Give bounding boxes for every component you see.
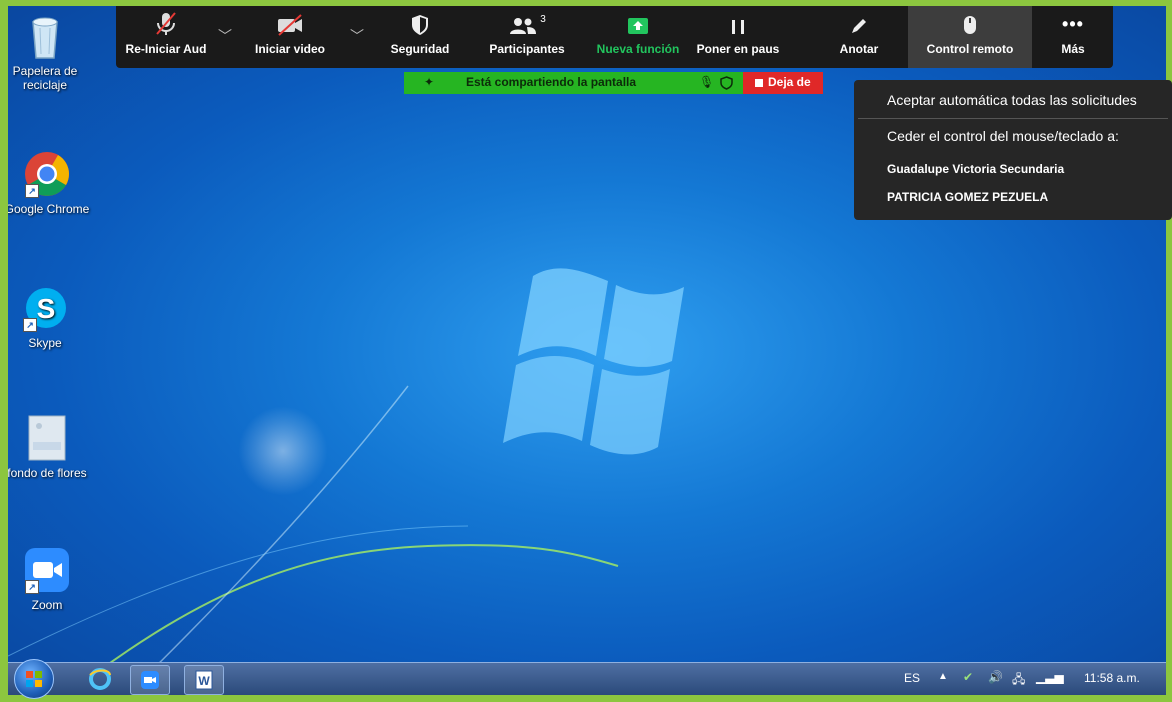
stop-share-button[interactable]: Deja de bbox=[743, 72, 823, 94]
word-icon: W bbox=[195, 670, 213, 690]
remote-control-button-label: Control remoto bbox=[926, 42, 1014, 56]
audio-button-label: Re-Iniciar Aud bbox=[125, 42, 207, 56]
signal-strength-icon[interactable]: ▁▃▅ bbox=[1036, 670, 1064, 684]
more-dots-icon: ••• bbox=[1062, 13, 1084, 34]
remote-control-menu: Aceptar automática todas las solicitudes… bbox=[854, 80, 1172, 220]
video-button[interactable]: Iniciar video bbox=[240, 6, 340, 68]
stop-share-label: Deja de bbox=[768, 75, 811, 89]
pause-icon bbox=[696, 6, 780, 36]
internet-explorer-icon[interactable] bbox=[88, 667, 112, 691]
svg-text:W: W bbox=[198, 674, 210, 688]
wallpaper-glow bbox=[238, 406, 328, 496]
desktop-icon-skype[interactable]: S ↗ Skype bbox=[8, 284, 90, 350]
taskbar-zoom-button[interactable] bbox=[130, 665, 170, 695]
zoom-icon bbox=[141, 671, 159, 689]
pencil-icon bbox=[824, 6, 894, 36]
share-screen-icon bbox=[590, 6, 686, 36]
windows-start-icon bbox=[26, 671, 42, 687]
speaker-icon[interactable]: 🔊 bbox=[988, 670, 1003, 684]
participants-count-badge: 3 bbox=[540, 14, 546, 25]
shortcut-arrow-icon: ↗ bbox=[25, 580, 39, 594]
desktop-icon-label: Google Chrome bbox=[8, 202, 90, 216]
desktop-icon-label: fondo de flores bbox=[8, 466, 87, 480]
participants-button-label: Participantes bbox=[489, 42, 565, 56]
participants-icon: 3 bbox=[472, 6, 582, 36]
video-options-chevron-icon[interactable]: ﹀ bbox=[350, 26, 364, 46]
more-button-label: Más bbox=[1061, 42, 1085, 56]
new-share-button[interactable]: Nueva función bbox=[590, 6, 686, 68]
pause-share-button[interactable]: Poner en paus bbox=[696, 6, 780, 68]
drag-handle-icon[interactable]: ✦ bbox=[424, 75, 434, 89]
screen-sharing-banner[interactable]: ✦ Está compartiendo la pantalla 🎙 Deja d… bbox=[404, 72, 823, 94]
menu-item-participant[interactable]: Guadalupe Victoria Secundaria bbox=[887, 162, 1064, 176]
security-button-label: Seguridad bbox=[390, 42, 450, 56]
shortcut-arrow-icon: ↗ bbox=[23, 318, 37, 332]
menu-item-participant[interactable]: PATRICIA GOMEZ PEZUELA bbox=[887, 190, 1048, 204]
participants-button[interactable]: 3 Participantes bbox=[472, 6, 582, 68]
windows-taskbar: W ES ▲ ✔ 🔊 🖧 ▁▃▅ 11:58 a.m. bbox=[8, 659, 1166, 699]
start-button[interactable] bbox=[14, 659, 54, 699]
security-button[interactable]: Seguridad bbox=[374, 6, 466, 68]
stop-square-icon bbox=[755, 79, 763, 87]
desktop-icon-label: Skype bbox=[28, 336, 62, 350]
clock[interactable]: 11:58 a.m. bbox=[1084, 671, 1140, 685]
more-button[interactable]: ••• Más bbox=[1040, 6, 1106, 68]
sharing-status-text: Está compartiendo la pantalla bbox=[466, 75, 637, 89]
zoom-icon: ↗ bbox=[23, 546, 71, 594]
pause-share-button-label: Poner en paus bbox=[696, 42, 780, 56]
skype-icon: S ↗ bbox=[21, 284, 69, 332]
language-indicator[interactable]: ES bbox=[904, 671, 920, 685]
taskbar-word-button[interactable]: W bbox=[184, 665, 224, 695]
svg-text:S: S bbox=[37, 293, 56, 324]
zoom-meeting-toolbar: Re-Iniciar Aud ﹀ Iniciar video ﹀ Segurid… bbox=[116, 6, 1113, 68]
menu-label-give-control: Ceder el control del mouse/teclado a: bbox=[887, 128, 1119, 144]
menu-divider bbox=[858, 118, 1168, 119]
annotate-button[interactable]: Anotar bbox=[824, 6, 894, 68]
shield-icon bbox=[720, 76, 733, 90]
desktop-icon-zoom[interactable]: ↗ Zoom bbox=[8, 546, 92, 612]
desktop-icon-recycle-bin[interactable]: Papelera de reciclaje bbox=[8, 14, 90, 92]
video-off-icon bbox=[240, 6, 340, 36]
new-share-button-label: Nueva función bbox=[596, 42, 680, 56]
desktop-icon-image-file[interactable]: fondo de flores bbox=[8, 414, 92, 480]
audio-options-chevron-icon[interactable]: ﹀ bbox=[218, 26, 232, 46]
audio-button[interactable]: Re-Iniciar Aud bbox=[116, 6, 216, 68]
chrome-icon: ↗ bbox=[23, 150, 71, 198]
usb-device-icon[interactable]: ✔ bbox=[963, 670, 973, 684]
windows-logo bbox=[503, 268, 684, 455]
desktop-icon-label: Papelera de reciclaje bbox=[12, 64, 78, 92]
shortcut-arrow-icon: ↗ bbox=[25, 184, 39, 198]
video-button-label: Iniciar video bbox=[254, 42, 326, 56]
image-file-icon bbox=[23, 414, 71, 462]
recycle-bin-icon bbox=[21, 14, 69, 62]
desktop-icon-chrome[interactable]: ↗ Google Chrome bbox=[8, 150, 92, 216]
menu-item-auto-accept[interactable]: Aceptar automática todas las solicitudes bbox=[887, 92, 1137, 108]
show-hidden-icons-icon[interactable]: ▲ bbox=[938, 671, 948, 682]
muted-mic-icon bbox=[116, 6, 216, 36]
network-icon[interactable]: 🖧 bbox=[1012, 670, 1025, 691]
remote-control-button[interactable]: Control remoto bbox=[908, 6, 1032, 68]
muted-mic-icon: 🎙 bbox=[699, 75, 715, 89]
shield-icon bbox=[374, 6, 466, 36]
annotate-button-label: Anotar bbox=[839, 42, 879, 56]
desktop-icon-label: Zoom bbox=[31, 598, 63, 612]
mouse-icon bbox=[908, 6, 1032, 36]
